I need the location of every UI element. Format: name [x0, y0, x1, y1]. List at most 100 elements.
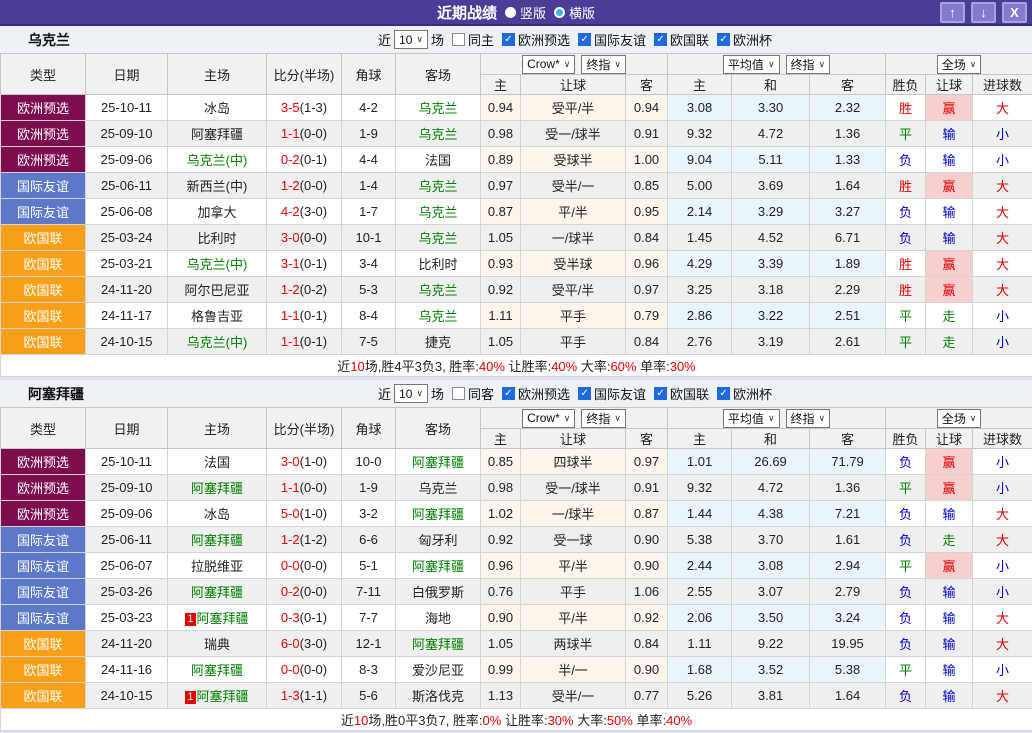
layout-radio-horizontal[interactable]: 横版: [554, 3, 595, 22]
home-team: 乌克兰(中): [168, 329, 267, 355]
col-hcp-line: 让球: [521, 75, 626, 95]
col-avg-away: 客: [810, 429, 886, 449]
result-handicap: 赢: [926, 173, 973, 199]
avg-draw-odds: 3.22: [732, 303, 810, 329]
match-date: 24-11-17: [86, 303, 168, 329]
avg-home-odds: 3.25: [668, 277, 732, 303]
handicap-line: 平手: [521, 329, 626, 355]
match-date: 24-10-15: [86, 329, 168, 355]
result-handicap: 赢: [926, 449, 973, 475]
home-team: 阿塞拜疆: [168, 121, 267, 147]
move-down-button[interactable]: ↓: [971, 2, 996, 23]
corner-score: 8-3: [342, 657, 396, 683]
score-cell: 1-1(0-0): [267, 475, 342, 501]
col-hcp-result: 让球: [926, 429, 973, 449]
avg-draw-odds: 3.18: [732, 277, 810, 303]
avg-draw-odds: 9.22: [732, 631, 810, 657]
avg-stage-select[interactable]: 终指∨: [786, 409, 831, 428]
handicap-home-odds: 0.89: [481, 147, 521, 173]
away-team: 海地: [396, 605, 481, 631]
average-select[interactable]: 平均值∨: [723, 409, 780, 428]
handicap-home-odds: 1.05: [481, 631, 521, 657]
red-card-badge: 1: [185, 613, 195, 626]
bookmaker-select[interactable]: Crow*∨: [522, 55, 575, 74]
league-checkbox-1[interactable]: ✓: [578, 33, 591, 46]
match-date: 24-10-15: [86, 683, 168, 709]
match-date: 24-11-20: [86, 631, 168, 657]
handicap-home-odds: 0.93: [481, 251, 521, 277]
avg-home-odds: 2.86: [668, 303, 732, 329]
corner-score: 1-4: [342, 173, 396, 199]
corner-score: 10-1: [342, 225, 396, 251]
layout-radio-vertical[interactable]: 竖版: [505, 3, 546, 22]
avg-away-odds: 2.61: [810, 329, 886, 355]
avg-draw-odds: 4.52: [732, 225, 810, 251]
odds-stage-select[interactable]: 终指∨: [581, 55, 626, 74]
avg-stage-select[interactable]: 终指∨: [786, 55, 831, 74]
close-button[interactable]: X: [1002, 2, 1027, 23]
away-team: 乌克兰: [396, 199, 481, 225]
avg-away-odds: 1.64: [810, 683, 886, 709]
match-date: 25-10-11: [86, 95, 168, 121]
same-venue-checkbox[interactable]: [452, 387, 465, 400]
handicap-line: 受一球: [521, 527, 626, 553]
corner-score: 6-6: [342, 527, 396, 553]
home-team: 新西兰(中): [168, 173, 267, 199]
handicap-home-odds: 1.11: [481, 303, 521, 329]
result-goals: 大: [973, 605, 1032, 631]
col-corner: 角球: [342, 408, 396, 449]
home-team: 阿塞拜疆: [168, 527, 267, 553]
handicap-home-odds: 0.98: [481, 121, 521, 147]
chevron-down-icon: ∨: [564, 59, 571, 70]
league-badge: 欧洲预选: [1, 95, 86, 121]
league-checkbox-2[interactable]: ✓: [654, 33, 667, 46]
handicap-away-odds: 0.95: [626, 199, 668, 225]
home-team: 阿塞拜疆: [168, 657, 267, 683]
home-team: 冰岛: [168, 95, 267, 121]
league-checkbox-3[interactable]: ✓: [717, 33, 730, 46]
scope-select[interactable]: 全场∨: [937, 409, 982, 428]
near-label: 近: [378, 384, 391, 403]
league-checkbox-1[interactable]: ✓: [578, 387, 591, 400]
avg-away-odds: 5.38: [810, 657, 886, 683]
chevron-down-icon: ∨: [614, 59, 621, 70]
odds-stage-select[interactable]: 终指∨: [581, 409, 626, 428]
match-count-select[interactable]: 10∨: [394, 384, 428, 403]
handicap-away-odds: 0.97: [626, 277, 668, 303]
avg-draw-odds: 3.29: [732, 199, 810, 225]
away-team: 乌克兰: [396, 277, 481, 303]
avg-draw-odds: 3.50: [732, 605, 810, 631]
match-row: 欧国联 24-11-20 阿尔巴尼亚 1-2(0-2) 5-3 乌克兰 0.92…: [1, 277, 1032, 303]
league-checkbox-2[interactable]: ✓: [654, 387, 667, 400]
section-filter-bar: 阿塞拜疆 近 10∨ 场 同客 ✓ 欧洲预选 ✓ 国际友谊 ✓ 欧国联 ✓ 欧洲…: [0, 380, 1032, 407]
scope-select[interactable]: 全场∨: [937, 55, 982, 74]
match-row: 欧洲预选 25-10-11 法国 3-0(1-0) 10-0 阿塞拜疆 0.85…: [1, 449, 1032, 475]
league-checkbox-0[interactable]: ✓: [502, 387, 515, 400]
avg-draw-odds: 3.81: [732, 683, 810, 709]
match-row: 国际友谊 25-06-07 拉脱维亚 0-0(0-0) 5-1 阿塞拜疆 0.9…: [1, 553, 1032, 579]
away-team: 乌克兰: [396, 303, 481, 329]
avg-away-odds: 1.36: [810, 475, 886, 501]
result-handicap: 输: [926, 121, 973, 147]
avg-away-odds: 1.61: [810, 527, 886, 553]
avg-away-odds: 1.89: [810, 251, 886, 277]
avg-away-odds: 1.64: [810, 173, 886, 199]
summary-row: 近10场,胜0平3负7, 胜率:0% 让胜率:30% 大率:50% 单率:40%: [1, 709, 1032, 731]
col-type: 类型: [1, 408, 86, 449]
bookmaker-select[interactable]: Crow*∨: [522, 409, 575, 428]
handicap-line: 一/球半: [521, 225, 626, 251]
handicap-line: 半/一: [521, 657, 626, 683]
result-goals: 大: [973, 631, 1032, 657]
move-up-button[interactable]: ↑: [940, 2, 965, 23]
league-label-2: 欧国联: [670, 30, 709, 49]
league-checkbox-3[interactable]: ✓: [717, 387, 730, 400]
same-venue-checkbox[interactable]: [452, 33, 465, 46]
average-select[interactable]: 平均值∨: [723, 55, 780, 74]
result-wdl: 平: [886, 553, 926, 579]
league-checkbox-0[interactable]: ✓: [502, 33, 515, 46]
avg-draw-odds: 4.72: [732, 121, 810, 147]
avg-draw-odds: 26.69: [732, 449, 810, 475]
match-count-select[interactable]: 10∨: [394, 30, 428, 49]
corner-score: 12-1: [342, 631, 396, 657]
score-cell: 0-0(0-0): [267, 657, 342, 683]
